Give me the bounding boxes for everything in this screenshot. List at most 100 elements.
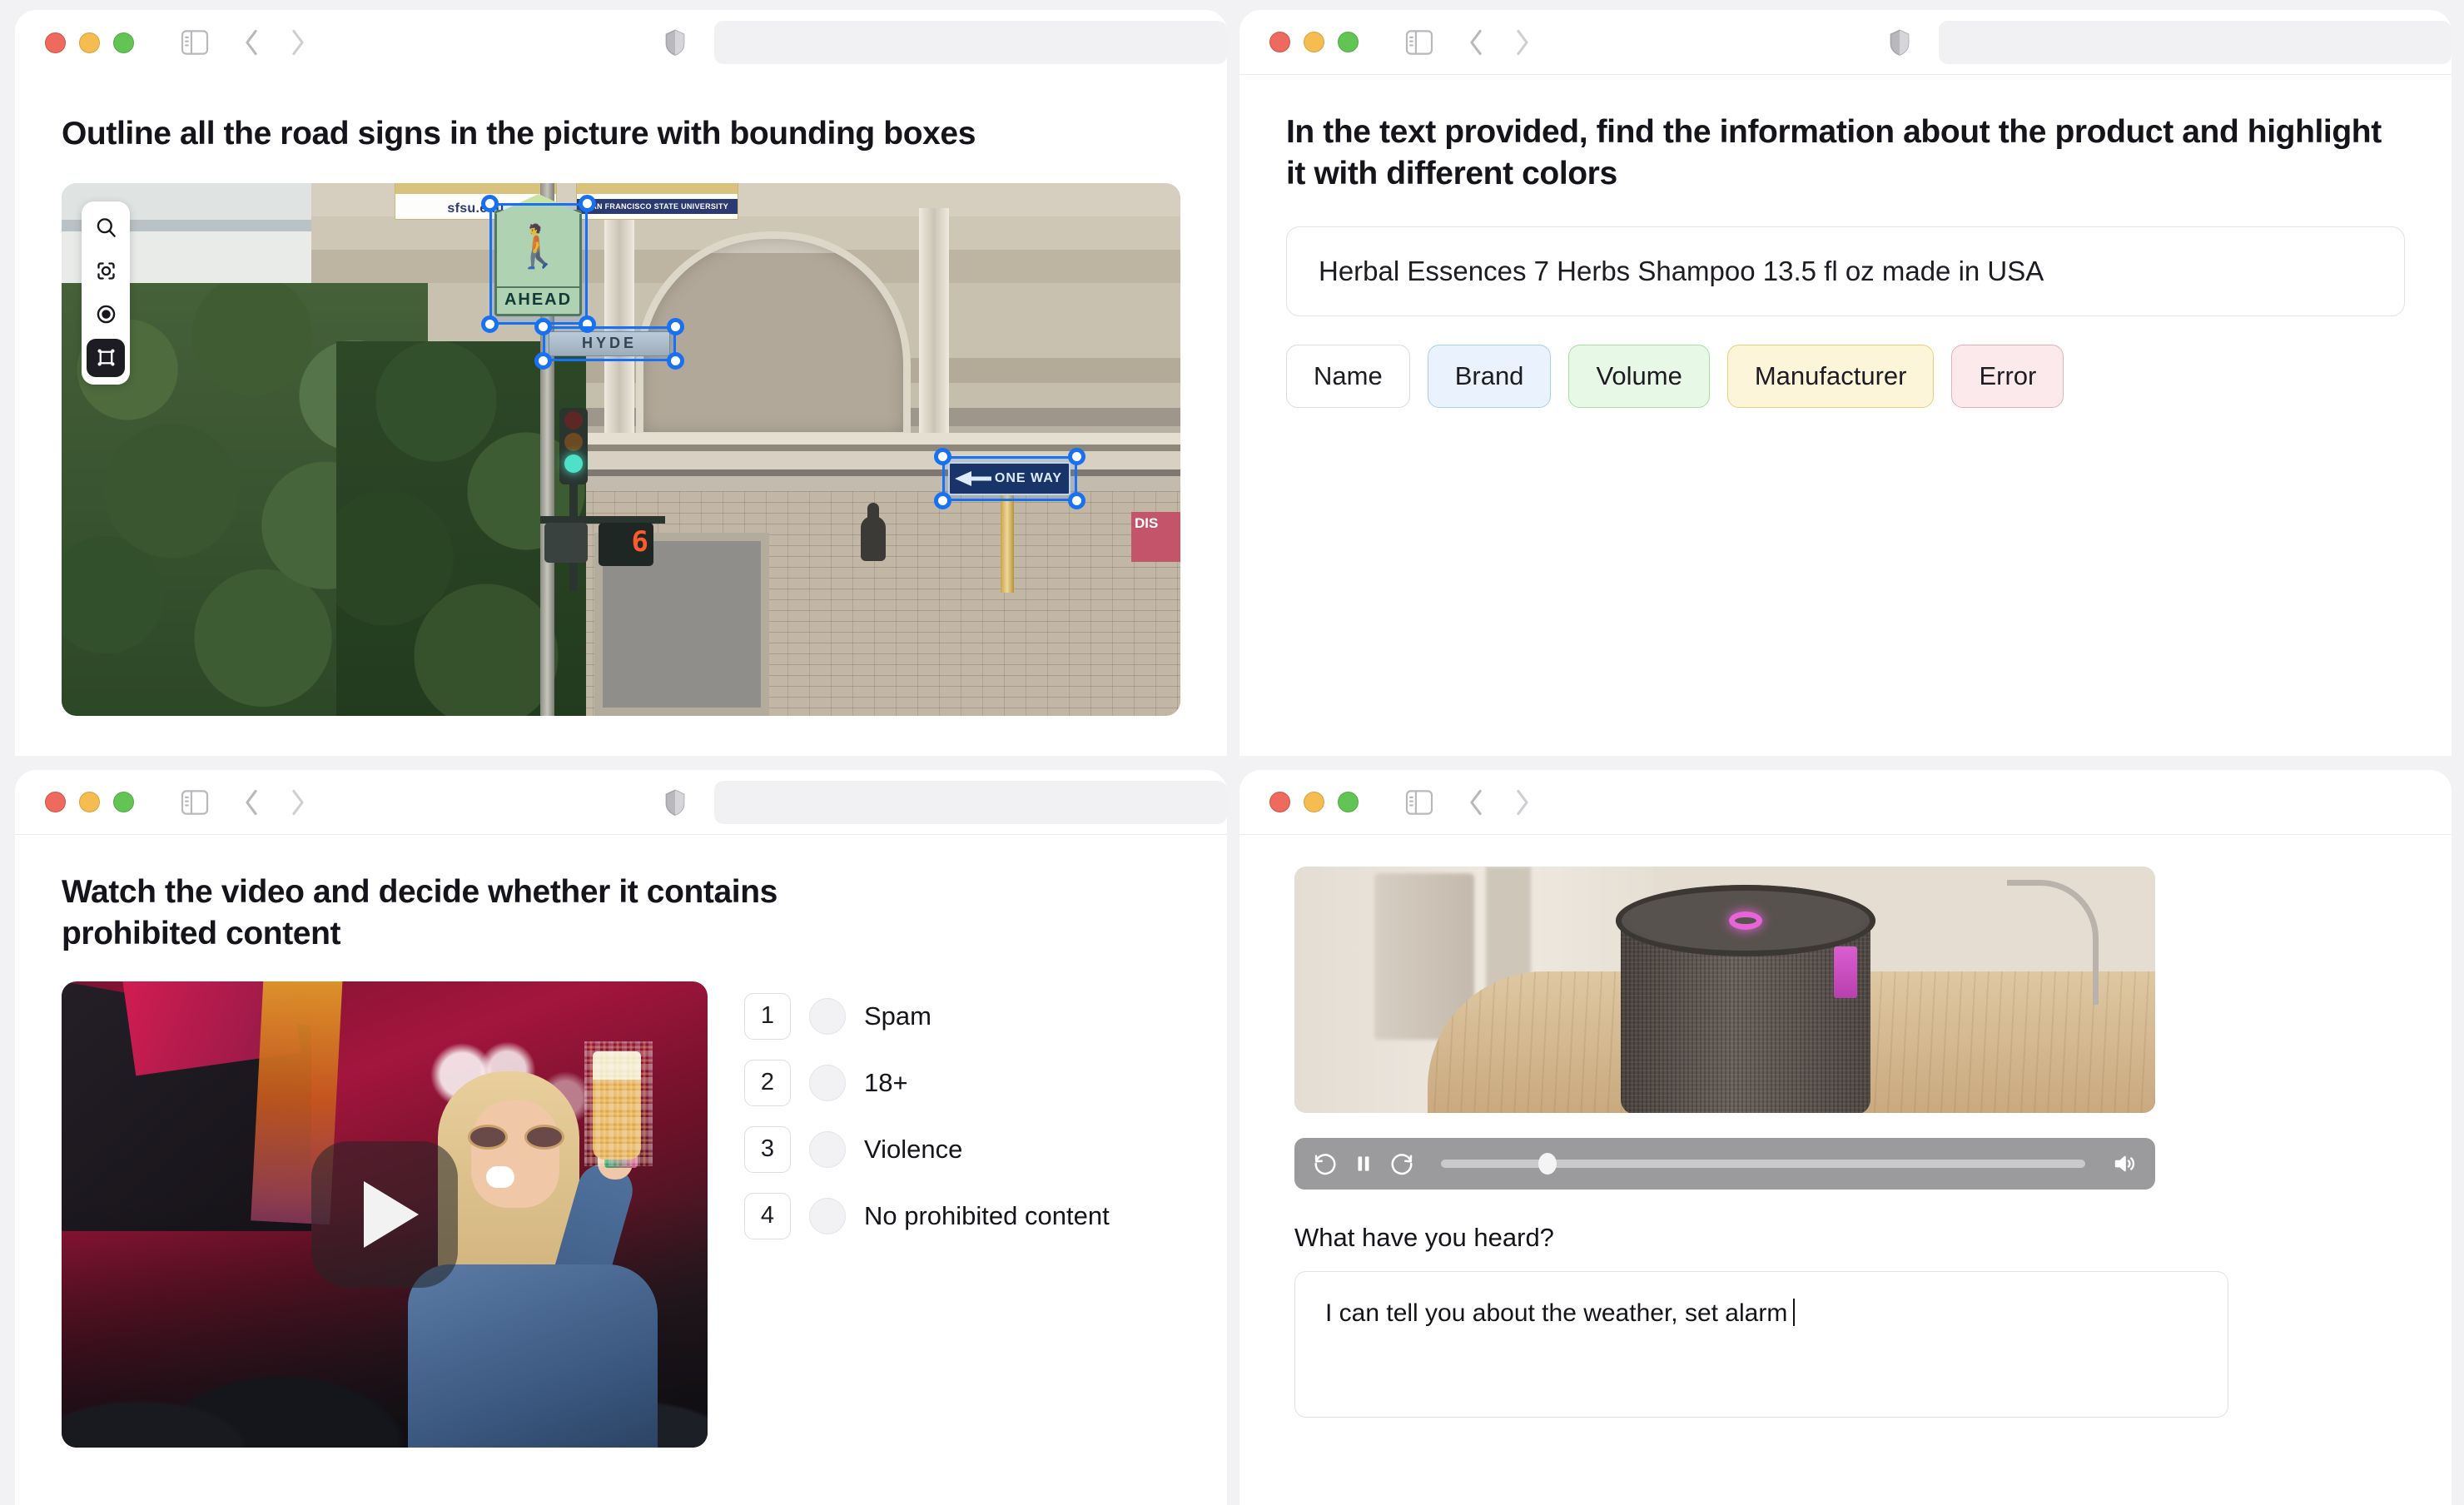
shield-icon[interactable]	[664, 788, 686, 817]
chip-manufacturer[interactable]: Manufacturer	[1727, 345, 1935, 408]
window-video-moderation: Watch the video and decide whether it co…	[15, 770, 1227, 1505]
titlebar	[1239, 10, 2452, 75]
bounding-box-school-sign[interactable]	[489, 203, 588, 325]
bounding-box-icon[interactable]	[87, 339, 125, 377]
shop-sign-text: DIS	[1131, 512, 1180, 535]
transcription-input[interactable]: I can tell you about the weather, set al…	[1294, 1271, 2228, 1418]
chip-name[interactable]: Name	[1286, 345, 1410, 408]
chip-brand[interactable]: Brand	[1428, 345, 1552, 408]
annotation-canvas[interactable]: DIS sfsu.edu SAN FRANCISCO STATE UNIVERS…	[62, 183, 1180, 716]
address-bar[interactable]	[1939, 21, 2452, 64]
close-button[interactable]	[45, 792, 66, 812]
option-radio[interactable]	[809, 1198, 846, 1234]
close-button[interactable]	[1269, 792, 1290, 812]
option-label: Spam	[864, 1001, 931, 1031]
minimize-button[interactable]	[1304, 32, 1324, 52]
sidebar-toggle-icon[interactable]	[181, 30, 209, 55]
bbox-handle-top-left[interactable]	[481, 195, 499, 212]
pause-icon[interactable]	[1353, 1151, 1374, 1176]
audio-player[interactable]	[1294, 1138, 2155, 1190]
volume-icon[interactable]	[2112, 1151, 2137, 1176]
street-photo: DIS sfsu.edu SAN FRANCISCO STATE UNIVERS…	[62, 183, 1180, 716]
zoom-button[interactable]	[1338, 792, 1359, 812]
option-row[interactable]: 3 Violence	[744, 1126, 1110, 1173]
forward-chevron-icon[interactable]	[1513, 28, 1532, 57]
window-audio-transcription: What have you heard? I can tell you abou…	[1239, 770, 2452, 1505]
audio-progress-knob[interactable]	[1538, 1153, 1557, 1175]
option-row[interactable]: 2 18+	[744, 1060, 1110, 1106]
shield-icon[interactable]	[1889, 28, 1910, 57]
sidebar-toggle-icon[interactable]	[1405, 790, 1433, 815]
option-radio[interactable]	[809, 1065, 846, 1101]
bbox-handle-top-right[interactable]	[667, 318, 684, 335]
speaker-light-ring	[1729, 911, 1762, 930]
forward-chevron-icon[interactable]	[289, 28, 307, 57]
sidebar-toggle-icon[interactable]	[181, 790, 209, 815]
bbox-handle-top-right[interactable]	[579, 195, 596, 212]
sidebar-toggle-icon[interactable]	[1405, 30, 1433, 55]
option-row[interactable]: 1 Spam	[744, 993, 1110, 1040]
text-caret	[1793, 1299, 1795, 1326]
forward-chevron-icon[interactable]	[1513, 788, 1532, 817]
back-chevron-icon[interactable]	[242, 28, 261, 57]
minimize-button[interactable]	[79, 32, 100, 53]
forward-chevron-icon[interactable]	[289, 788, 307, 817]
zoom-button[interactable]	[113, 32, 134, 53]
minimize-button[interactable]	[1304, 792, 1324, 812]
bbox-handle-bottom-left[interactable]	[481, 315, 499, 333]
zoom-button[interactable]	[1338, 32, 1359, 52]
chip-error[interactable]: Error	[1951, 345, 2064, 408]
rewind-icon[interactable]	[1313, 1151, 1338, 1176]
shield-icon[interactable]	[664, 28, 686, 57]
window-image-annotation: Outline all the road signs in the pictur…	[15, 10, 1227, 756]
bbox-handle-bottom-right[interactable]	[1068, 492, 1085, 509]
option-row[interactable]: 4 No prohibited content	[744, 1193, 1110, 1239]
option-number: 2	[744, 1060, 791, 1106]
bbox-handle-bottom-right[interactable]	[667, 352, 684, 370]
back-chevron-icon[interactable]	[242, 788, 261, 817]
close-button[interactable]	[1269, 32, 1290, 52]
chip-volume[interactable]: Volume	[1568, 345, 1709, 408]
bounding-box-one-way-sign[interactable]	[942, 456, 1077, 501]
transcription-value: I can tell you about the weather, set al…	[1325, 1299, 1787, 1327]
bbox-handle-bottom-left[interactable]	[934, 492, 951, 509]
bounding-box-street-sign[interactable]	[543, 326, 676, 361]
zoom-button[interactable]	[113, 792, 134, 812]
bbox-handle-top-right[interactable]	[1068, 448, 1085, 465]
traffic-lights[interactable]	[1269, 792, 1359, 812]
pedestrian-countdown: 6	[599, 523, 653, 566]
focus-icon[interactable]	[87, 252, 125, 291]
option-radio[interactable]	[809, 1131, 846, 1168]
countdown-number: 6	[632, 528, 648, 556]
product-text-field[interactable]: Herbal Essences 7 Herbs Shampoo 13.5 fl …	[1286, 226, 2405, 316]
option-radio[interactable]	[809, 998, 846, 1035]
bbox-handle-top-left[interactable]	[934, 448, 951, 465]
address-bar[interactable]	[714, 21, 1227, 64]
magnifier-icon[interactable]	[87, 209, 125, 247]
traffic-lights[interactable]	[45, 32, 134, 53]
video-player[interactable]	[62, 981, 708, 1448]
address-bar[interactable]	[714, 781, 1227, 824]
audio-progress-slider[interactable]	[1441, 1160, 2085, 1168]
moderation-options: 1 Spam 2 18+ 3 Violence	[744, 981, 1110, 1448]
close-button[interactable]	[45, 32, 66, 53]
back-chevron-icon[interactable]	[1467, 788, 1485, 817]
minimize-button[interactable]	[79, 792, 100, 812]
play-icon[interactable]	[311, 1141, 458, 1288]
bbox-handle-bottom-left[interactable]	[534, 352, 552, 370]
product-text-value: Herbal Essences 7 Herbs Shampoo 13.5 fl …	[1319, 256, 2044, 287]
annotation-toolbar[interactable]	[82, 201, 130, 385]
campus-banner-right: SAN FRANCISCO STATE UNIVERSITY	[576, 183, 738, 220]
traffic-lights[interactable]	[45, 792, 134, 812]
option-label: 18+	[864, 1068, 908, 1098]
bbox-handle-top-left[interactable]	[534, 318, 552, 335]
titlebar	[1239, 770, 2452, 835]
traffic-light	[559, 408, 588, 484]
point-icon[interactable]	[87, 296, 125, 334]
back-chevron-icon[interactable]	[1467, 28, 1485, 57]
panel-body: In the text provided, find the informati…	[1239, 112, 2452, 408]
forward-icon[interactable]	[1389, 1151, 1414, 1176]
page-title: In the text provided, find the informati…	[1286, 112, 2393, 195]
traffic-lights[interactable]	[1269, 32, 1359, 52]
transcription-question: What have you heard?	[1294, 1223, 2397, 1253]
